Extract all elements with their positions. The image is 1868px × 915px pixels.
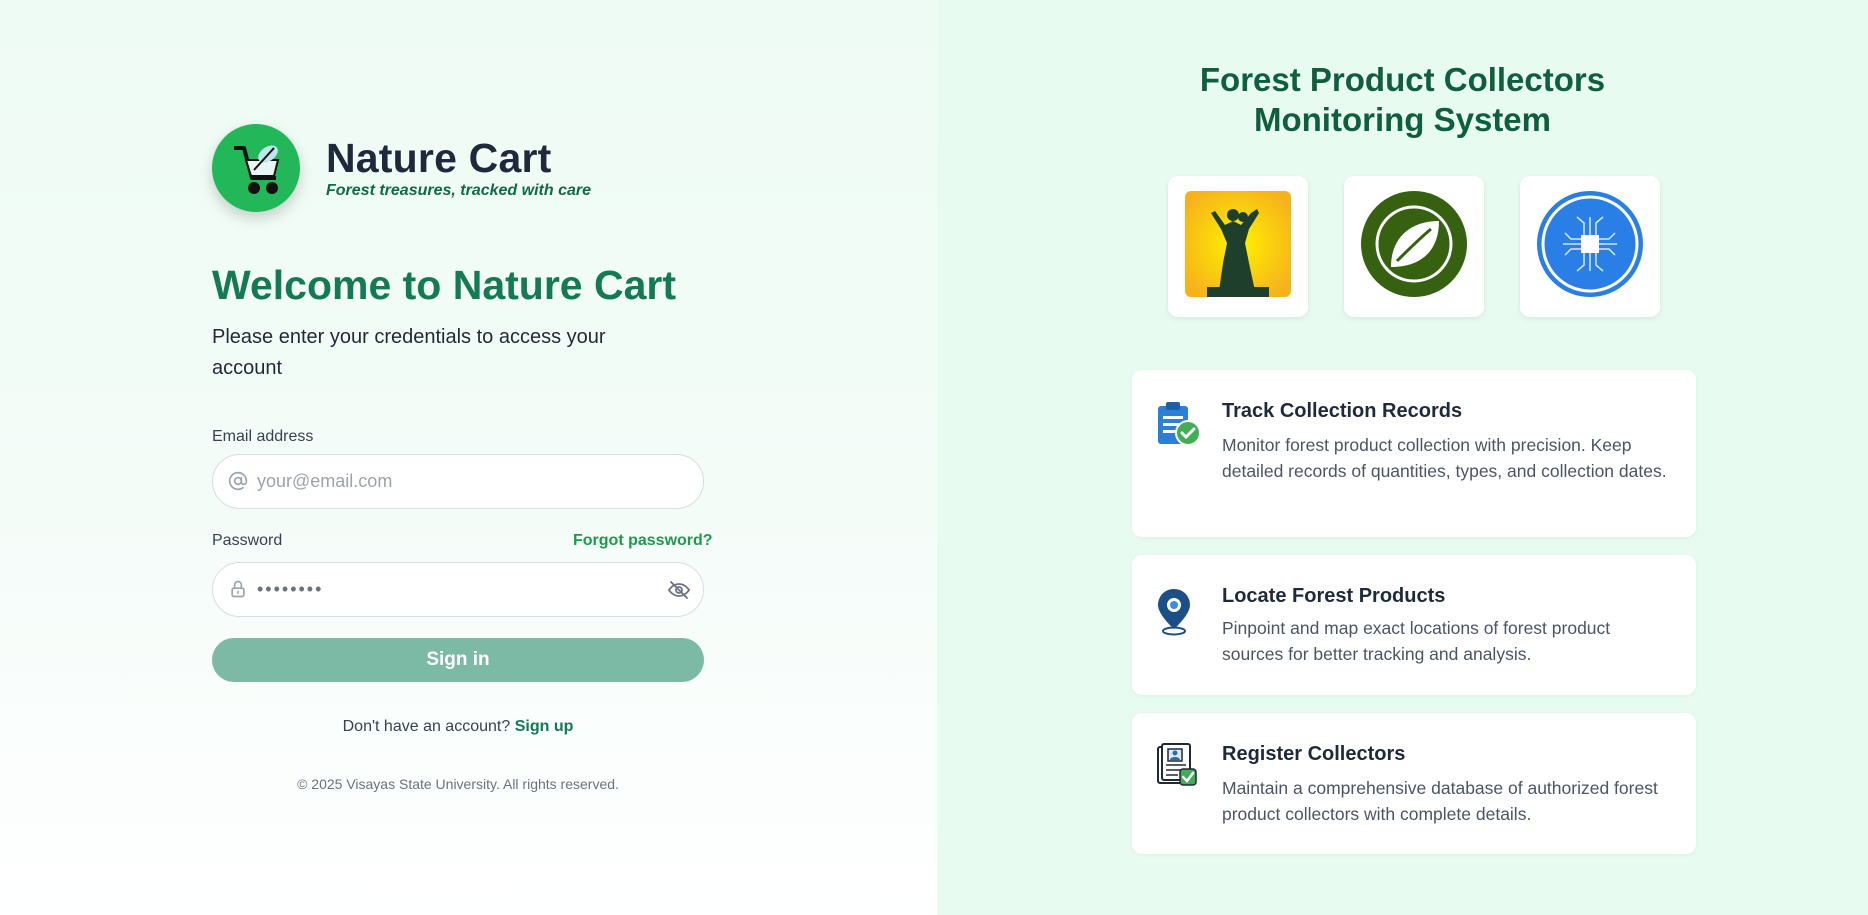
email-field[interactable] [212, 454, 704, 509]
feature-title: Register Collectors [1222, 743, 1406, 765]
password-label: Password [212, 532, 283, 549]
password-input[interactable] [257, 563, 657, 616]
at-sign-icon [227, 470, 249, 492]
feature-title: Locate Forest Products [1222, 585, 1446, 607]
id-document-check-icon [1154, 743, 1204, 793]
system-title: Forest Product Collectors Monitoring Sys… [937, 60, 1868, 140]
badge-university [1168, 176, 1308, 317]
circuit-chip-logo-icon [1537, 191, 1643, 302]
copyright-text: © 2025 Visayas State University. All rig… [297, 776, 619, 792]
brand-name: Nature Cart [326, 135, 552, 181]
info-panel: Forest Product Collectors Monitoring Sys… [937, 0, 1868, 915]
system-title-line2: Monitoring System [1253, 101, 1552, 138]
login-panel: Nature Cart Forest treasures, tracked wi… [0, 0, 937, 915]
email-input[interactable] [257, 455, 657, 508]
badge-tech [1520, 176, 1660, 317]
badge-leaf [1344, 176, 1484, 317]
sign-up-link[interactable]: Sign up [515, 718, 574, 735]
feature-card-locate: Locate Forest Products Pinpoint and map … [1132, 555, 1696, 695]
brand-header: Nature Cart Forest treasures, tracked wi… [212, 124, 591, 212]
eye-off-icon[interactable] [667, 578, 691, 602]
lock-icon [227, 578, 249, 600]
feature-card-register: Register Collectors Maintain a comprehen… [1132, 713, 1696, 854]
feature-title: Track Collection Records [1222, 400, 1463, 422]
signup-prompt: Don't have an account? Sign up [212, 718, 704, 736]
brand-tagline: Forest treasures, tracked with care [326, 182, 592, 199]
welcome-subtitle: Please enter your credentials to access … [212, 326, 606, 379]
feature-description: Pinpoint and map exact locations of fore… [1222, 618, 1611, 664]
forgot-password-link[interactable]: Forgot password? [573, 532, 713, 550]
welcome-heading: Welcome to Nature Cart [212, 262, 677, 308]
system-title-line1: Forest Product Collectors [1199, 61, 1606, 98]
no-account-text: Don't have an account? [342, 718, 511, 735]
sign-in-button[interactable]: Sign in [212, 638, 704, 682]
password-field[interactable] [212, 562, 704, 617]
leaf-logo-icon [1361, 191, 1467, 302]
email-label: Email address [212, 428, 314, 445]
cart-logo-icon [212, 124, 300, 212]
feature-card-track: Track Collection Records Monitor forest … [1132, 370, 1696, 537]
feature-description: Maintain a comprehensive database of aut… [1222, 778, 1658, 824]
clipboard-check-icon [1154, 400, 1204, 450]
statue-logo-icon [1185, 191, 1291, 302]
feature-description: Monitor forest product collection with p… [1222, 435, 1667, 481]
map-pin-icon [1154, 587, 1204, 637]
